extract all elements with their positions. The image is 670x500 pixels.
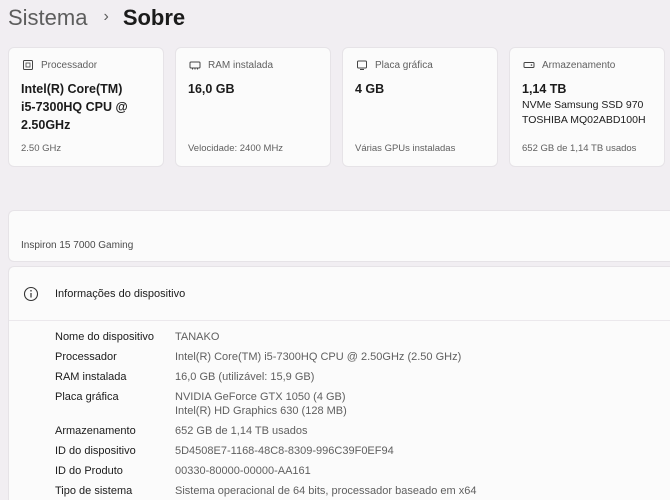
spec-value-line: Sistema operacional de 64 bits, processa… — [175, 485, 477, 497]
spec-value-line: TANAKO — [175, 331, 220, 343]
ram-card-value: 16,0 GB — [188, 80, 318, 98]
breadcrumb: Sistema › Sobre — [8, 4, 185, 32]
spec-label: Nome do dispositivo — [55, 331, 155, 343]
processor-card: Processador Intel(R) Core(TM) i5-7300HQ … — [8, 47, 164, 167]
spec-row-device-name: Nome do dispositivo TANAKO — [55, 330, 476, 344]
processor-card-value: Intel(R) Core(TM) i5-7300HQ CPU @ 2.50GH… — [21, 80, 151, 134]
processor-card-title: Processador — [41, 59, 98, 71]
graphics-card: Placa gráfica 4 GB Várias GPUs instalada… — [342, 47, 498, 167]
storage-card-drives: NVMe Samsung SSD 970 TOSHIBA MQ02ABD100H — [522, 98, 652, 128]
spec-value: 5D4508E7-1168-48C8-8309-996C39F0EF94 — [175, 444, 394, 458]
spec-value: TANAKO — [175, 330, 219, 344]
device-model-name: Inspiron 15 7000 Gaming — [21, 240, 134, 251]
graphics-card-value: 4 GB — [355, 80, 485, 98]
spec-value-line: 00330-80000-00000-AA161 — [175, 465, 311, 477]
spec-label: Armazenamento — [55, 425, 136, 437]
spec-value-line: 16,0 GB (utilizável: 15,9 GB) — [175, 371, 315, 383]
spec-label: ID do Produto — [55, 465, 123, 477]
ram-card-header: RAM instalada — [188, 58, 318, 72]
ram-value-line: 16,0 GB — [188, 82, 235, 96]
graphics-value-line: 4 GB — [355, 82, 385, 96]
ram-card-footer: Velocidade: 2400 MHz — [188, 143, 284, 154]
spec-row-ram: RAM instalada 16,0 GB (utilizável: 15,9 … — [55, 370, 476, 384]
ram-card-title: RAM instalada — [208, 59, 274, 71]
storage-drive-line: TOSHIBA MQ02ABD100H — [522, 114, 646, 126]
spec-row-storage: Armazenamento 652 GB de 1,14 TB usados — [55, 424, 476, 438]
spec-row-system-type: Tipo de sistema Sistema operacional de 6… — [55, 484, 476, 498]
page-title: Sobre — [122, 5, 186, 30]
ram-card: RAM instalada 16,0 GB Velocidade: 2400 M… — [175, 47, 331, 167]
breadcrumb-sistema-link[interactable]: Sistema — [8, 4, 87, 32]
device-model-card: Inspiron 15 7000 Gaming — [8, 210, 670, 262]
spec-row-product-id: ID do Produto 00330-80000-00000-AA161 — [55, 464, 476, 478]
graphics-card-title: Placa gráfica — [375, 59, 433, 71]
spec-value: 652 GB de 1,14 TB usados — [175, 424, 308, 438]
processor-value-line: Intel(R) Core(TM) — [21, 82, 123, 96]
graphics-card-header: Placa gráfica — [355, 58, 485, 72]
device-info-header[interactable]: Informações do dispositivo — [9, 267, 670, 321]
spec-cards: Processador Intel(R) Core(TM) i5-7300HQ … — [8, 47, 670, 167]
spec-row-graphics: Placa gráfica NVIDIA GeForce GTX 1050 (4… — [55, 390, 476, 418]
processor-card-footer: 2.50 GHz — [21, 143, 62, 154]
storage-card-footer: 652 GB de 1,14 TB usados — [522, 143, 637, 154]
storage-card: Armazenamento 1,14 TB NVMe Samsung SSD 9… — [509, 47, 665, 167]
spec-value-line: NVIDIA GeForce GTX 1050 (4 GB) — [175, 391, 346, 403]
processor-value-line: i5-7300HQ CPU @ — [21, 100, 128, 114]
spec-label: Tipo de sistema — [55, 485, 133, 497]
storage-card-title: Armazenamento — [542, 59, 616, 71]
device-info-panel: Informações do dispositivo Nome do dispo… — [8, 266, 670, 500]
info-icon — [23, 286, 39, 302]
storage-icon — [522, 58, 536, 72]
device-info-title: Informações do dispositivo — [55, 287, 186, 300]
spec-label: ID do dispositivo — [55, 445, 136, 457]
graphics-card-footer: Várias GPUs instaladas — [355, 143, 456, 154]
device-spec-list: Nome do dispositivo TANAKO Processador I… — [55, 330, 476, 500]
chevron-right-icon: › — [103, 8, 109, 25]
processor-value-line: 2.50GHz — [21, 118, 71, 132]
spec-value-line: 5D4508E7-1168-48C8-8309-996C39F0EF94 — [175, 445, 394, 457]
processor-icon — [21, 58, 35, 72]
spec-label: RAM instalada — [55, 371, 127, 383]
spec-value-line: Intel(R) Core(TM) i5-7300HQ CPU @ 2.50GH… — [175, 351, 462, 363]
storage-drive-line: NVMe Samsung SSD 970 — [522, 99, 644, 111]
graphics-card-icon — [355, 58, 369, 72]
spec-value-line: 652 GB de 1,14 TB usados — [175, 425, 308, 437]
spec-value: Intel(R) Core(TM) i5-7300HQ CPU @ 2.50GH… — [175, 350, 461, 364]
spec-value: NVIDIA GeForce GTX 1050 (4 GB) Intel(R) … — [175, 390, 347, 418]
spec-value: 16,0 GB (utilizável: 15,9 GB) — [175, 370, 314, 384]
spec-value-line: Intel(R) HD Graphics 630 (128 MB) — [175, 405, 347, 417]
processor-card-header: Processador — [21, 58, 151, 72]
spec-label: Processador — [55, 351, 117, 363]
spec-label: Placa gráfica — [55, 391, 119, 403]
storage-card-value: 1,14 TB — [522, 82, 567, 96]
storage-card-header: Armazenamento — [522, 58, 652, 72]
spec-value: 00330-80000-00000-AA161 — [175, 464, 311, 478]
spec-row-processor: Processador Intel(R) Core(TM) i5-7300HQ … — [55, 350, 476, 364]
spec-row-device-id: ID do dispositivo 5D4508E7-1168-48C8-830… — [55, 444, 476, 458]
ram-icon — [188, 58, 202, 72]
spec-value: Sistema operacional de 64 bits, processa… — [175, 484, 476, 498]
